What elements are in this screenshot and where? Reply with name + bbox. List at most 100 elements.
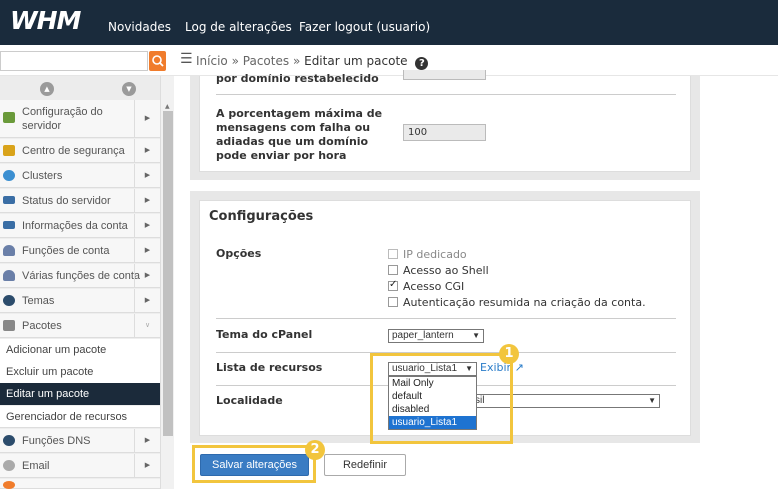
- callout-badge-1: 1: [499, 344, 519, 364]
- expand-arrow-icon[interactable]: ▶: [134, 264, 160, 287]
- sidebar-item-label: Informações da conta: [22, 220, 128, 232]
- breadcrumb-separator: »: [292, 54, 301, 68]
- truncated-field[interactable]: [403, 70, 486, 80]
- scrollbar-up-icon[interactable]: ▲: [165, 103, 170, 110]
- expand-arrow-icon[interactable]: ▶: [134, 139, 160, 162]
- checkbox[interactable]: [388, 265, 398, 275]
- partial-icon: [3, 481, 15, 489]
- collapse-arrow-icon[interactable]: ∨: [134, 314, 160, 337]
- expand-arrow-icon[interactable]: ▶: [134, 189, 160, 212]
- help-icon[interactable]: ?: [415, 57, 429, 70]
- sidebar-item-server-status[interactable]: Status do servidor ▶: [0, 189, 160, 213]
- changelog-link[interactable]: Log de alterações: [185, 20, 292, 34]
- sidebar-item-label: Pacotes: [22, 320, 62, 332]
- breadcrumb: Início » Pacotes » Editar um pacote ?: [196, 54, 429, 70]
- sidebar-item-security[interactable]: Centro de segurança ▶: [0, 139, 160, 163]
- highlight-box-1: [370, 353, 513, 444]
- options-label: Opções: [216, 247, 262, 260]
- sidebar-subitem-edit-package[interactable]: Editar um pacote: [0, 383, 160, 405]
- dns-icon: [3, 435, 15, 446]
- sidebar-item-partial[interactable]: [0, 479, 160, 489]
- menu-toggle-icon[interactable]: ☰: [180, 51, 193, 67]
- sidebar-item-packages[interactable]: Pacotes ∨: [0, 314, 160, 338]
- divider: [216, 318, 676, 319]
- sidebar-item-account-info[interactable]: Informações da conta ▶: [0, 214, 160, 238]
- checkbox-checked[interactable]: [388, 279, 398, 291]
- option-cgi-access[interactable]: Acesso CGI: [388, 279, 464, 293]
- max-deferred-label: A porcentagem máxima de mensagens com fa…: [216, 107, 383, 162]
- breadcrumb-current: Editar um pacote: [304, 54, 408, 68]
- sidebar-item-dns[interactable]: Funções DNS ▶: [0, 429, 160, 453]
- server-status-icon: [3, 196, 15, 204]
- sidebar-item-themes[interactable]: Temas ▶: [0, 289, 160, 313]
- sidebar-item-server-config[interactable]: Configuração do servidor ▶: [0, 100, 160, 138]
- expand-arrow-icon[interactable]: ▶: [134, 164, 160, 187]
- option-shell-access[interactable]: Acesso ao Shell: [388, 264, 489, 277]
- sidebar-item-email[interactable]: Email ▶: [0, 454, 160, 478]
- option-label: IP dedicado: [403, 248, 467, 261]
- search-button[interactable]: [149, 51, 166, 71]
- truncated-label: por domínio restabelecido: [216, 74, 379, 85]
- settings-inner: Configurações Opções IP dedicado Acesso …: [199, 200, 691, 444]
- clusters-icon: [3, 170, 15, 181]
- server-config-icon: [3, 112, 15, 123]
- checkbox[interactable]: [388, 249, 398, 259]
- sidebar-nav: ▲ ▼: [0, 76, 160, 100]
- locale-label: Localidade: [216, 394, 283, 407]
- sidebar-item-label: Funções de conta: [22, 245, 110, 257]
- sidebar-item-label: Configuração do servidor: [22, 106, 103, 132]
- sidebar-subitem-delete-package[interactable]: Excluir um pacote: [0, 361, 160, 383]
- option-dedicated-ip[interactable]: IP dedicado: [388, 248, 467, 261]
- expand-arrow-icon[interactable]: ▶: [134, 214, 160, 237]
- option-label: Autenticação resumida na criação da cont…: [403, 296, 646, 309]
- sidebar-subitem-add-package[interactable]: Adicionar um pacote: [0, 339, 160, 361]
- expand-arrow-icon[interactable]: ▶: [134, 239, 160, 262]
- scrollbar-thumb[interactable]: [163, 111, 173, 436]
- main-content: por domínio restabelecido A porcentagem …: [174, 70, 778, 489]
- themes-icon: [3, 295, 15, 306]
- max-deferred-field[interactable]: 100: [403, 124, 486, 141]
- users-icon: [3, 270, 15, 281]
- divider: [216, 94, 676, 95]
- save-button[interactable]: Salvar alterações: [200, 454, 309, 476]
- sidebar-item-label: Status do servidor: [22, 195, 111, 207]
- account-info-icon: [3, 221, 15, 229]
- sidebar-item-label: Temas: [22, 295, 55, 307]
- reset-button[interactable]: Redefinir: [324, 454, 406, 476]
- top-header: WHM Novidades Log de alterações Fazer lo…: [0, 0, 778, 45]
- lock-icon: [3, 145, 15, 156]
- expand-arrow-icon[interactable]: ▶: [134, 289, 160, 312]
- sidebar-item-label: Email: [22, 460, 50, 472]
- chevron-down-icon: ▼: [648, 396, 656, 405]
- sidebar-item-multi-account[interactable]: Várias funções de conta ▶: [0, 264, 160, 288]
- expand-arrow-icon[interactable]: ▶: [134, 100, 160, 137]
- search-icon: [152, 55, 164, 67]
- search-input[interactable]: [0, 51, 148, 71]
- user-icon: [3, 245, 15, 256]
- checkbox[interactable]: [388, 297, 398, 307]
- feature-list-label: Lista de recursos: [216, 361, 323, 374]
- toolbar-row: ☰ Início » Pacotes » Editar um pacote ?: [0, 45, 778, 76]
- option-digest-auth[interactable]: Autenticação resumida na criação da cont…: [388, 296, 646, 309]
- logout-link[interactable]: Fazer logout (usuario): [299, 20, 430, 34]
- breadcrumb-packages[interactable]: Pacotes: [243, 54, 289, 68]
- theme-value: paper_lantern: [392, 330, 454, 341]
- expand-arrow-icon[interactable]: ▶: [134, 454, 160, 477]
- sidebar-subitem-feature-manager[interactable]: Gerenciador de recursos: [0, 406, 160, 428]
- sidebar-scrollbar[interactable]: ▲: [160, 76, 174, 489]
- sidebar-item-account-functions[interactable]: Funções de conta ▶: [0, 239, 160, 263]
- breadcrumb-separator: »: [231, 54, 239, 68]
- whm-logo[interactable]: WHM: [10, 6, 81, 35]
- theme-select[interactable]: paper_lantern ▼: [388, 329, 484, 343]
- sidebar: ▲ ▼ ▲ Configuração do servidor ▶ Centro …: [0, 76, 174, 489]
- email-limits-inner: por domínio restabelecido A porcentagem …: [199, 70, 691, 172]
- news-link[interactable]: Novidades: [108, 20, 171, 34]
- scroll-down-icon[interactable]: ▼: [122, 82, 136, 96]
- chevron-down-icon: ▼: [472, 331, 480, 340]
- expand-arrow-icon[interactable]: ▶: [134, 429, 160, 452]
- sidebar-item-label: Várias funções de conta: [22, 270, 141, 282]
- sidebar-item-clusters[interactable]: Clusters ▶: [0, 164, 160, 188]
- scroll-up-icon[interactable]: ▲: [40, 82, 54, 96]
- package-icon: [3, 320, 15, 331]
- breadcrumb-home[interactable]: Início: [196, 54, 228, 68]
